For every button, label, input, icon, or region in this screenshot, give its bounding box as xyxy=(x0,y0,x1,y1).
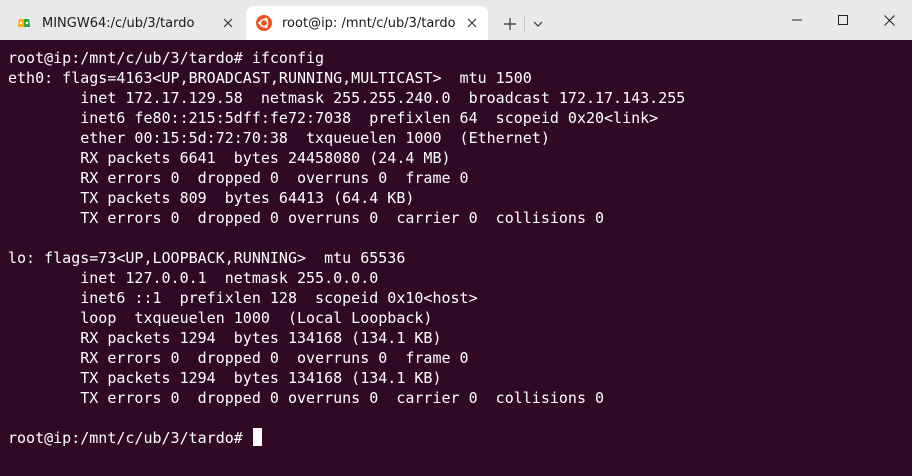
terminal-line: TX errors 0 dropped 0 overruns 0 carrier… xyxy=(8,209,605,227)
plus-icon xyxy=(504,18,516,30)
terminal-line: TX errors 0 dropped 0 overruns 0 carrier… xyxy=(8,389,605,407)
terminal-line: inet 127.0.0.1 netmask 255.0.0.0 xyxy=(8,269,379,287)
terminal-prompt: root@ip:/mnt/c/ub/3/tardo# xyxy=(8,429,252,447)
terminal-line: RX errors 0 dropped 0 overruns 0 frame 0 xyxy=(8,169,469,187)
new-tab-button[interactable] xyxy=(498,12,522,36)
terminal-line: root@ip:/mnt/c/ub/3/tardo# ifconfig xyxy=(8,49,325,67)
close-icon xyxy=(883,14,895,26)
terminal-line: RX packets 6641 bytes 24458080 (24.4 MB) xyxy=(8,149,451,167)
maximize-icon xyxy=(838,15,848,25)
terminal-line: ether 00:15:5d:72:70:38 txqueuelen 1000 … xyxy=(8,129,550,147)
close-tab-icon[interactable] xyxy=(218,13,238,33)
terminal-output[interactable]: root@ip:/mnt/c/ub/3/tardo# ifconfig eth0… xyxy=(0,40,912,476)
tab-dropdown-button[interactable] xyxy=(528,12,548,36)
minimize-icon xyxy=(792,19,802,21)
title-bar: MINGW64:/c/ub/3/tardo root@ip: /mnt/c/ub… xyxy=(0,0,912,40)
terminal-prompt-line[interactable]: root@ip:/mnt/c/ub/3/tardo# xyxy=(8,428,262,448)
separator xyxy=(524,15,525,33)
chevron-down-icon xyxy=(533,21,543,27)
terminal-line: inet6 ::1 prefixlen 128 scopeid 0x10<hos… xyxy=(8,289,478,307)
minimize-button[interactable] xyxy=(774,0,820,40)
terminal-line: RX packets 1294 bytes 134168 (134.1 KB) xyxy=(8,329,442,347)
tab-mingw64[interactable]: MINGW64:/c/ub/3/tardo xyxy=(6,6,244,40)
git-bash-icon xyxy=(16,15,32,31)
close-window-button[interactable] xyxy=(866,0,912,40)
tab-root-ubuntu[interactable]: root@ip: /mnt/c/ub/3/tardo xyxy=(246,6,488,40)
ubuntu-icon xyxy=(256,15,272,31)
terminal-line: eth0: flags=4163<UP,BROADCAST,RUNNING,MU… xyxy=(8,69,532,87)
tab-title: root@ip: /mnt/c/ub/3/tardo xyxy=(282,15,456,31)
terminal-line: inet6 fe80::215:5dff:fe72:7038 prefixlen… xyxy=(8,109,659,127)
terminal-line: loop txqueuelen 1000 (Local Loopback) xyxy=(8,309,433,327)
terminal-line: TX packets 1294 bytes 134168 (134.1 KB) xyxy=(8,369,442,387)
terminal-line: lo: flags=73<UP,LOOPBACK,RUNNING> mtu 65… xyxy=(8,249,406,267)
tab-title: MINGW64:/c/ub/3/tardo xyxy=(42,15,195,31)
text-cursor xyxy=(252,428,262,446)
terminal-line: TX packets 809 bytes 64413 (64.4 KB) xyxy=(8,189,415,207)
maximize-button[interactable] xyxy=(820,0,866,40)
terminal-line: inet 172.17.129.58 netmask 255.255.240.0… xyxy=(8,89,686,107)
close-tab-icon[interactable] xyxy=(462,13,482,33)
terminal-line: RX errors 0 dropped 0 overruns 0 frame 0 xyxy=(8,349,469,367)
